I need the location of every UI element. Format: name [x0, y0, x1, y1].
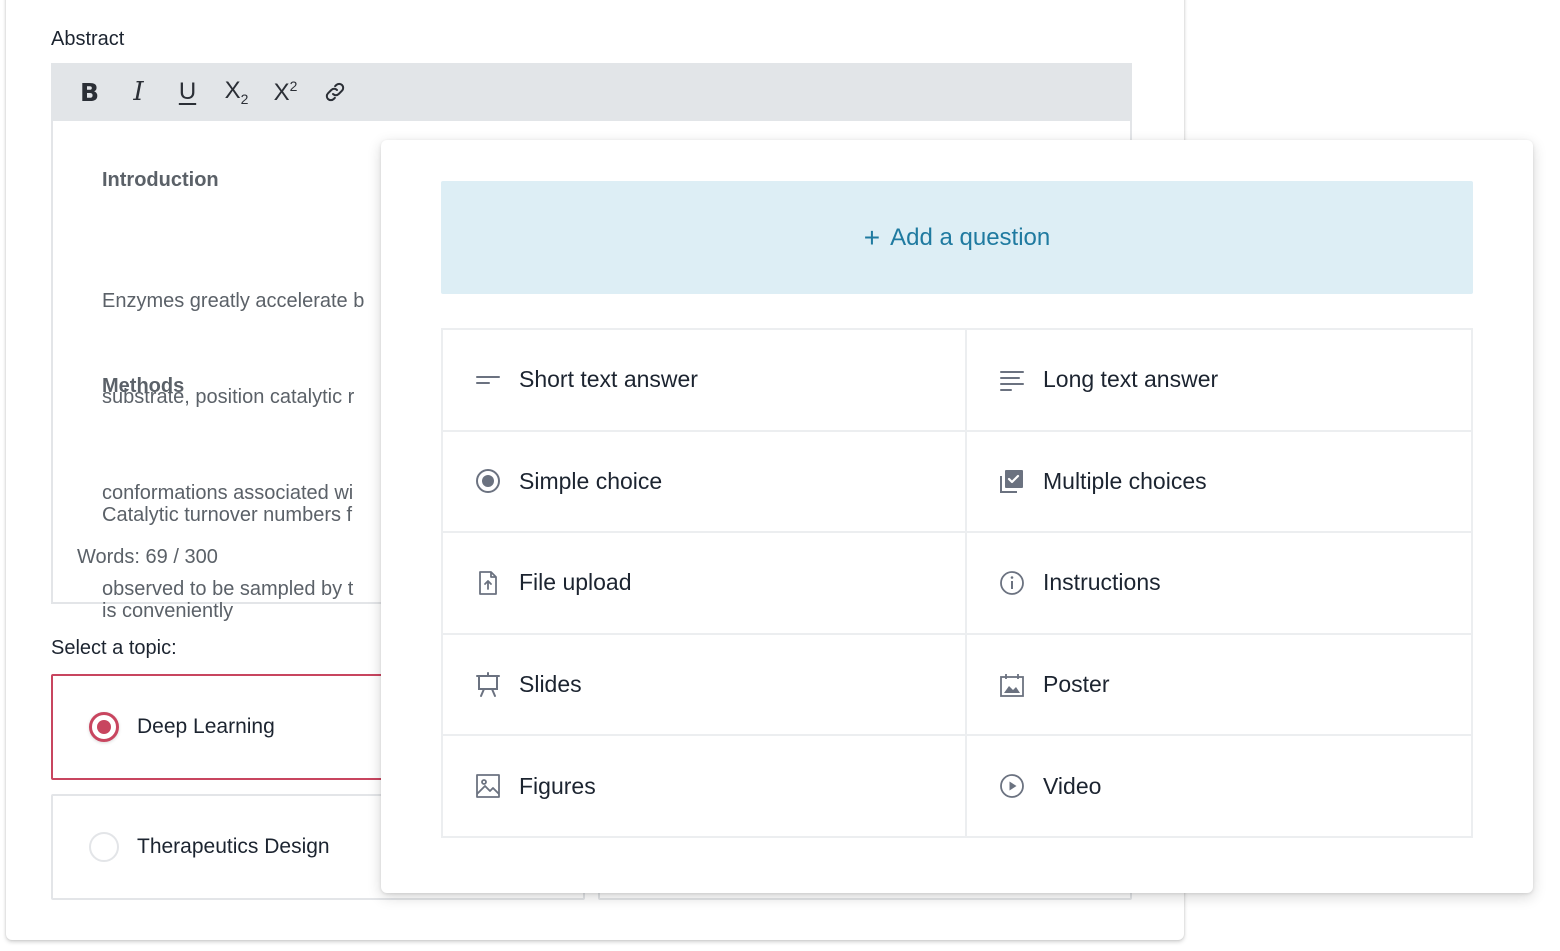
plus-icon: +	[863, 221, 881, 253]
bold-button[interactable]: B	[65, 72, 114, 112]
question-type-grid: Short text answer Long text answer Simpl…	[441, 328, 1473, 838]
add-question-button[interactable]: + Add a question	[441, 181, 1473, 294]
word-count: Words: 69 / 300	[77, 546, 218, 568]
superscript-icon: X2	[273, 77, 298, 106]
question-type-slides[interactable]: Slides	[443, 634, 965, 735]
section-heading: Methods	[102, 375, 185, 397]
underline-button[interactable]: U	[163, 72, 212, 112]
question-type-video[interactable]: Video	[967, 736, 1471, 836]
short-text-icon	[475, 367, 501, 393]
topic-option-label: Therapeutics Design	[137, 835, 330, 858]
question-type-poster[interactable]: Poster	[967, 634, 1471, 735]
italic-button[interactable]: I	[114, 72, 163, 112]
play-icon	[999, 773, 1025, 799]
image-icon	[475, 773, 501, 799]
question-type-instructions[interactable]: Instructions	[967, 533, 1471, 633]
link-icon	[325, 82, 344, 102]
question-type-multiple-choices[interactable]: Multiple choices	[967, 431, 1471, 532]
radio-icon	[475, 468, 501, 494]
underline-icon: U	[178, 78, 197, 105]
question-type-panel: + Add a question Short text answer Long …	[381, 140, 1533, 893]
editor-toolbar: B I U X2 X2	[51, 63, 1132, 121]
question-type-simple-choice[interactable]: Simple choice	[443, 431, 965, 532]
link-button[interactable]	[310, 72, 359, 112]
italic-icon: I	[133, 77, 144, 107]
long-text-icon	[999, 367, 1025, 393]
radio-unselected-icon	[89, 832, 119, 862]
abstract-label: Abstract	[51, 28, 125, 50]
info-icon	[999, 570, 1025, 596]
bold-icon: B	[79, 77, 100, 107]
question-type-file-upload[interactable]: File upload	[443, 533, 965, 633]
radio-selected-icon	[89, 712, 119, 742]
topic-option-label: Deep Learning	[137, 715, 275, 738]
topic-label: Select a topic:	[51, 637, 177, 659]
question-type-long-text[interactable]: Long text answer	[967, 330, 1471, 430]
subscript-icon: X2	[224, 77, 249, 107]
question-type-figures[interactable]: Figures	[443, 736, 965, 836]
question-type-short-text[interactable]: Short text answer	[443, 330, 965, 430]
poster-icon	[999, 672, 1025, 698]
add-question-label: Add a question	[890, 223, 1051, 251]
checkbox-multiple-icon	[999, 468, 1025, 494]
presentation-icon	[475, 671, 501, 698]
section-heading: Introduction	[102, 169, 219, 191]
superscript-button[interactable]: X2	[261, 72, 310, 112]
file-upload-icon	[475, 570, 501, 596]
subscript-button[interactable]: X2	[212, 72, 261, 112]
